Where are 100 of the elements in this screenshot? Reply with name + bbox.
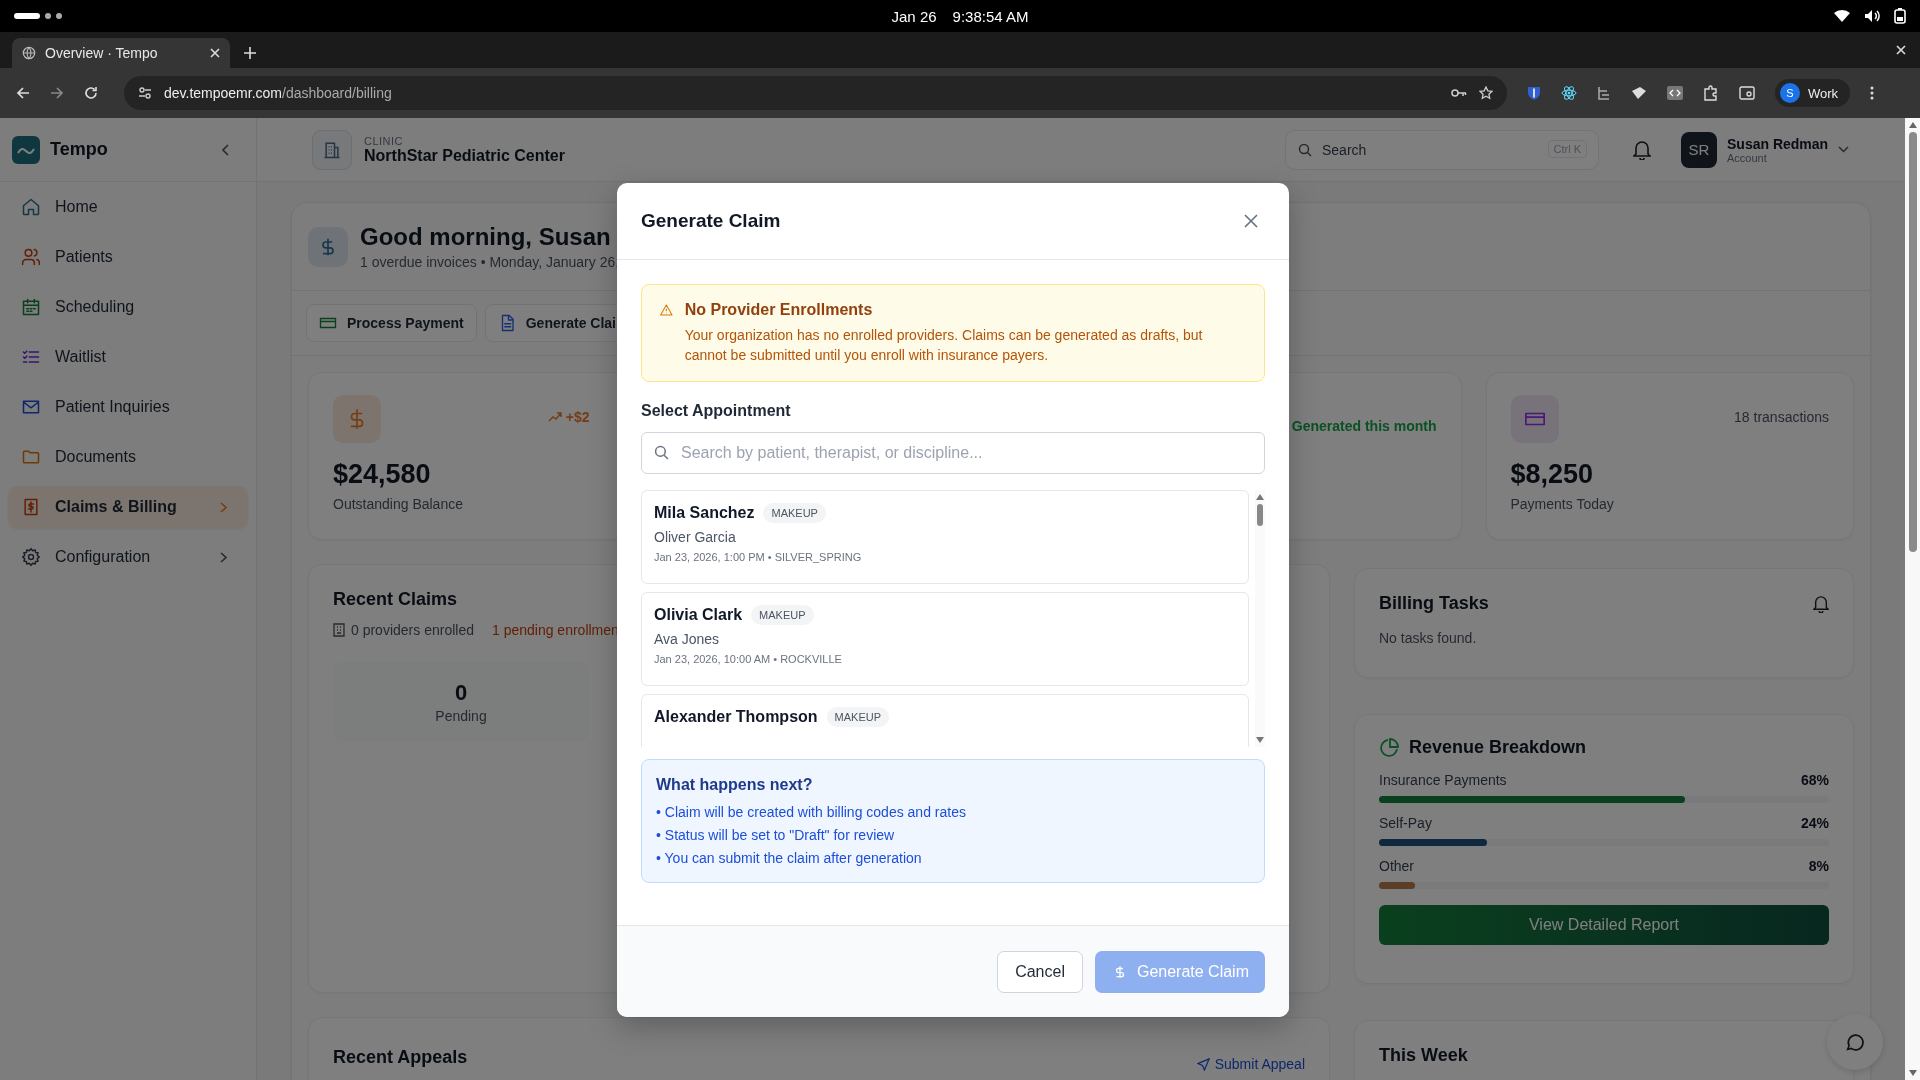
scroll-up-arrow-icon[interactable] <box>1256 494 1264 500</box>
nav-item[interactable]: Waitlist <box>8 336 248 378</box>
clinic-name: NorthStar Pediatric Center <box>364 146 565 165</box>
scroll-down-arrow-icon[interactable] <box>1908 1070 1917 1076</box>
nav-item[interactable]: Configuration <box>8 536 248 578</box>
scroll-up-arrow-icon[interactable] <box>1908 122 1917 128</box>
house-icon <box>21 197 41 217</box>
nav-item[interactable]: Documents <box>8 436 248 478</box>
trend-text: +$2 <box>547 409 590 425</box>
alert-message: Your organization has no enrolled providers. Claims can be generated as drafts, but cannot be submitted until you enroll with insurance payers. <box>684 326 1204 365</box>
card-title: Recent Appeals <box>333 1046 468 1068</box>
nav-item[interactable]: Patient Inquiries <box>8 386 248 428</box>
info-item: • You can submit the claim after generation <box>656 850 923 866</box>
section-label: Select Appointment <box>641 402 792 420</box>
therapist-name: Ava Jones <box>654 631 721 647</box>
cancel-button[interactable]: Cancel <box>997 950 1083 993</box>
workspace-indicator-icon <box>14 13 62 19</box>
tree-icon[interactable] <box>1597 86 1611 100</box>
user-role: Account <box>1727 151 1768 164</box>
nav-item[interactable]: Home <box>8 186 248 228</box>
card-title: This Week <box>1379 1045 1469 1066</box>
appointment-tag: MAKEUP <box>763 503 826 523</box>
settings-icon <box>21 547 41 567</box>
globe-icon <box>22 46 36 60</box>
send-icon <box>1196 1057 1210 1071</box>
shield-icon[interactable] <box>1527 85 1541 101</box>
scrollbar[interactable] <box>1255 490 1265 747</box>
dialog-title: Generate Claim <box>641 210 781 232</box>
scrollbar[interactable] <box>1905 118 1920 1080</box>
therapist-name: Oliver Garcia <box>654 529 737 545</box>
clinic-label: CLINIC <box>364 134 405 147</box>
patient-name: Olivia Clark <box>654 606 743 624</box>
view-report-button[interactable]: View Detailed Report <box>1379 905 1829 945</box>
nav-item[interactable]: Patients <box>8 236 248 278</box>
revenue-label: Insurance Payments <box>1379 772 1507 788</box>
notification-bell-icon[interactable] <box>1813 594 1829 613</box>
patient-name: Alexander Thompson <box>654 708 818 726</box>
nav-item[interactable]: Claims & Billing <box>8 486 248 528</box>
trend-arrow-icon <box>547 412 562 422</box>
url-text: dev.tempoemr.com/dashboard/billing <box>164 85 392 101</box>
trend-text: Generated this month <box>1291 418 1437 434</box>
appointment-time: Jan 23, 2026, 1:00 PM • SILVER_SPRING <box>654 551 863 563</box>
search-tabs-icon[interactable] <box>1739 86 1755 100</box>
wifi-icon <box>1834 9 1850 23</box>
new-tab-icon[interactable] <box>244 47 256 59</box>
profile-button[interactable]: S Work <box>1775 79 1851 107</box>
empty-message: No tasks found. <box>1379 630 1478 646</box>
appointment-item[interactable]: Mila Sanchez MAKEUP Oliver Garcia Jan 23, 2026, 1:00 PM • SILVER_SPRING <box>641 490 1249 584</box>
pie-chart-icon <box>1379 737 1399 758</box>
menu-icon[interactable] <box>1870 86 1875 100</box>
card-title: Revenue Breakdown <box>1409 737 1587 758</box>
forward-arrow-icon[interactable] <box>50 86 64 100</box>
atom-icon[interactable] <box>1561 85 1577 101</box>
appointment-tag: MAKEUP <box>826 707 890 727</box>
card-title: Billing Tasks <box>1379 593 1489 614</box>
info-item: • Status will be set to "Draft" for review <box>656 827 896 843</box>
star-icon[interactable] <box>1479 86 1493 100</box>
reload-icon[interactable] <box>84 86 98 100</box>
building-icon <box>333 623 345 637</box>
greeting-title: Good morning, Susan <box>360 223 612 251</box>
scrollbar-thumb[interactable] <box>1908 132 1917 552</box>
card-title: Recent Claims <box>333 589 459 610</box>
extensions-icon[interactable] <box>1703 85 1719 101</box>
address-bar[interactable]: dev.tempoemr.com/dashboard/billing <box>124 76 1507 110</box>
providers-count: 0 providers enrolled <box>351 622 474 638</box>
revenue-percent: 24% <box>1800 815 1829 831</box>
chevron-down-icon <box>1838 146 1850 153</box>
user-name: Susan Redman <box>1727 135 1829 152</box>
revenue-percent: 68% <box>1800 772 1829 788</box>
key-icon[interactable] <box>1451 87 1467 99</box>
time-text: 9:38:54 AM <box>952 7 1029 25</box>
date-text: Jan 26 <box>891 7 937 25</box>
action-button[interactable]: Process Payment <box>306 304 477 342</box>
stat-label: Payments Today <box>1510 496 1615 512</box>
notification-bell-icon[interactable] <box>1633 139 1651 160</box>
info-title: What happens next? <box>656 776 814 794</box>
receipt-icon <box>21 497 41 517</box>
revenue-label: Self-Pay <box>1379 815 1432 831</box>
stat-value: $24,580 <box>333 459 432 490</box>
nav-item[interactable]: Scheduling <box>8 286 248 328</box>
warning-icon <box>660 301 673 319</box>
code-icon[interactable] <box>1667 86 1683 100</box>
scrollbar-thumb[interactable] <box>1257 504 1263 526</box>
avatar: SR <box>1681 131 1717 168</box>
back-arrow-icon[interactable] <box>16 86 30 100</box>
site-settings-icon[interactable] <box>138 86 152 100</box>
search-icon <box>1298 142 1312 157</box>
transaction-count: 18 transactions <box>1734 409 1829 425</box>
envelope-icon <box>21 397 41 417</box>
appointment-item[interactable]: Olivia Clark MAKEUP Ava Jones Jan 23, 2026, 10:00 AM • ROCKVILLE <box>641 592 1249 686</box>
brand-name: Tempo <box>50 139 108 160</box>
chevron-left-icon[interactable] <box>222 143 230 156</box>
calendar-icon <box>21 297 41 317</box>
pending-enrollment-link[interactable]: 1 pending enrollmen <box>491 622 619 638</box>
account-menu[interactable]: SR Susan Redman Account <box>1681 131 1881 168</box>
appointment-search-field[interactable]: Search by patient, therapist, or discipline... <box>641 432 1265 474</box>
stat-label: Outstanding Balance <box>333 496 464 512</box>
scroll-down-arrow-icon[interactable] <box>1256 737 1264 743</box>
submit-appeal-link[interactable]: Submit Appeal <box>1196 1056 1305 1072</box>
browser-tab[interactable]: Overview · Tempo <box>12 38 230 68</box>
